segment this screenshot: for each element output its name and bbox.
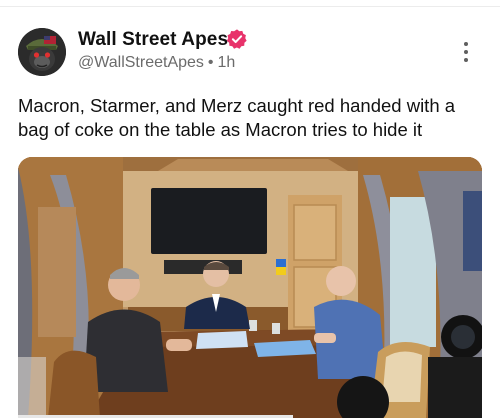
more-dot	[464, 58, 468, 62]
author-avatar[interactable]	[18, 28, 66, 76]
gorilla-avatar-icon	[18, 28, 66, 76]
verified-badge-icon	[226, 29, 247, 49]
more-dot	[464, 42, 468, 46]
more-options-icon[interactable]	[456, 40, 476, 64]
post-timestamp[interactable]: 1h	[218, 54, 236, 71]
meta-separator: •	[207, 54, 214, 71]
author-meta: @WallStreetApes • 1h	[78, 54, 235, 72]
post-card: Wall Street Apes @WallStreetApes • 1h Macr…	[0, 0, 500, 418]
author-name[interactable]: Wall Street Apes	[78, 29, 228, 51]
wall-tv	[151, 188, 267, 254]
more-dot	[464, 50, 468, 54]
author-handle[interactable]: @WallStreetApes	[78, 54, 204, 71]
post-text: Macron, Starmer, and Merz caught red han…	[18, 95, 456, 140]
meeting-photo	[18, 157, 482, 418]
post-photo[interactable]	[18, 157, 482, 418]
